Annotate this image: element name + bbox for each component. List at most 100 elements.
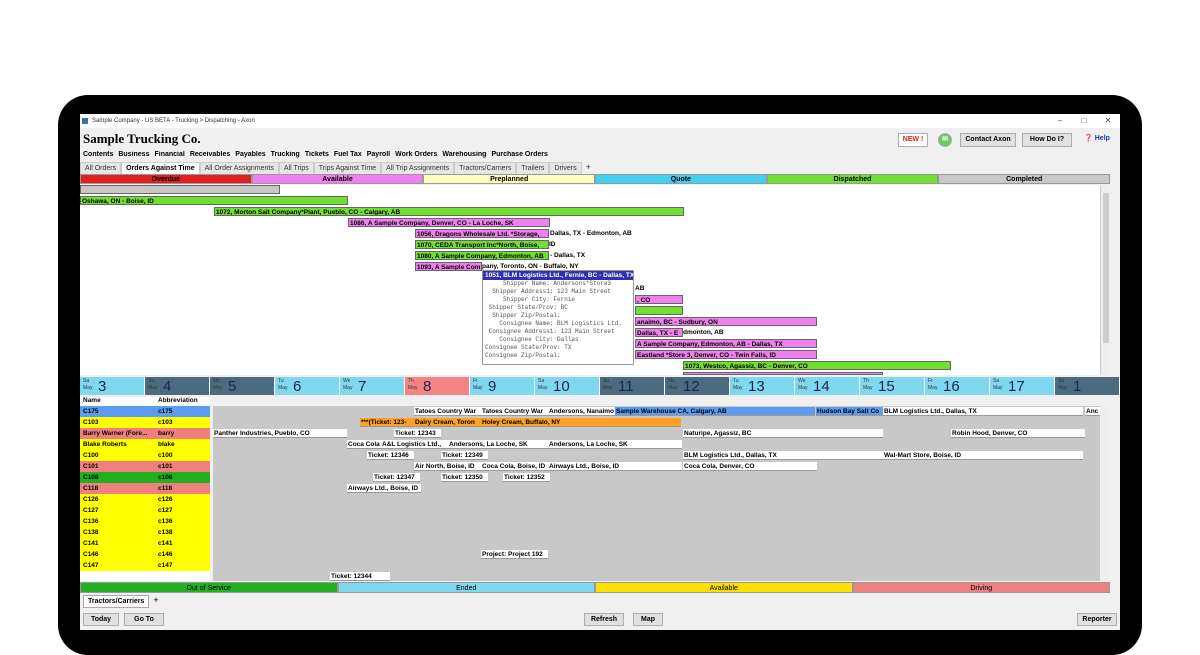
tab-orders-against-time[interactable]: Orders Against Time [121, 162, 200, 174]
close-button[interactable]: ✕ [1096, 114, 1120, 128]
tractor-row[interactable]: C146 c146 [80, 549, 210, 560]
new-button[interactable]: NEW ! [898, 133, 928, 147]
menu-financial[interactable]: Financial [154, 151, 184, 158]
trip-bar[interactable]: Project: Project 192 [481, 550, 548, 559]
tractor-row[interactable]: C101 c101 [80, 461, 210, 472]
trip-bar[interactable]: Ticket: 12350 [441, 473, 488, 482]
trip-bar[interactable]: Andersons, La Loche, SK [448, 440, 548, 449]
trip-bar[interactable]: BLM Logistics Ltd., Dallas, TX [683, 451, 883, 460]
how-do-i-button[interactable]: How Do I? [1022, 133, 1072, 147]
order-bar[interactable]: Eastland *Store 3, Denver, CO - Twin Fal… [635, 350, 817, 359]
order-bar[interactable]: 1073, Westco, Agassiz, BC - Denver, CO [683, 361, 951, 370]
order-bar[interactable] [80, 185, 280, 194]
trip-bar[interactable]: Hudson Bay Salt Co [816, 407, 883, 416]
minimize-button[interactable]: – [1048, 114, 1072, 128]
map-button[interactable]: Map [633, 613, 663, 626]
help-button[interactable]: ❓ Help [1078, 133, 1116, 147]
menu-fuel-tax[interactable]: Fuel Tax [334, 151, 362, 158]
menu-trucking[interactable]: Trucking [271, 151, 300, 158]
trip-bar[interactable]: Ticket: 12352 [503, 473, 550, 482]
tractor-row[interactable]: C103 c103 [80, 417, 210, 428]
scrollbar-thumb[interactable] [1103, 193, 1109, 343]
tab-trips-against-time[interactable]: Trips Against Time [313, 162, 382, 174]
trip-bar[interactable]: Panther Industries, Pueblo, CO [213, 429, 347, 438]
orders-scrollbar[interactable] [1100, 185, 1110, 375]
order-bar[interactable]: 1056, Dragons Wholesale Ltd. *Storage, [415, 229, 549, 238]
trip-bar[interactable]: A&L Logistics Ltd., [381, 440, 448, 449]
tractor-row[interactable]: C118 c118 [80, 483, 210, 494]
trip-bar[interactable]: Air North, Boise, ID [414, 462, 481, 471]
tab-all-trips[interactable]: All Trips [278, 162, 314, 174]
tractor-row[interactable]: Barry Warner (Fore... barry [80, 428, 210, 439]
trip-bar[interactable]: Sample Warehouse CA, Calgary, AB [615, 407, 815, 416]
trip-bar[interactable]: Ticket: 12344 [330, 572, 390, 581]
go-to-button[interactable]: Go To [124, 613, 164, 626]
tractor-row[interactable]: C175 c175 [80, 406, 210, 417]
menu-work-orders[interactable]: Work Orders [395, 151, 437, 158]
trip-bar[interactable]: Ticket: 12343 [394, 429, 441, 438]
trip-bar[interactable]: Ticket: 12347 [373, 473, 420, 482]
menu-purchase-orders[interactable]: Purchase Orders [491, 151, 547, 158]
order-bar[interactable] [635, 306, 683, 315]
trip-bar[interactable]: Tatoes Country War [414, 407, 481, 416]
tractor-row[interactable]: C108 c108 [80, 472, 210, 483]
tractor-row[interactable]: C126 c126 [80, 494, 210, 505]
trip-bar[interactable]: Naturipe, Agassiz, BC [683, 429, 883, 438]
tractor-row[interactable]: C127 c127 [80, 505, 210, 516]
trip-bar[interactable]: Coca Cola, Denver, CO [683, 462, 817, 471]
menu-contents[interactable]: Contents [83, 151, 113, 158]
menu-receivables[interactable]: Receivables [190, 151, 230, 158]
order-bar[interactable]: Dallas, TX - E [635, 328, 683, 337]
tractor-row[interactable]: C138 c138 [80, 527, 210, 538]
add-tab-button[interactable]: + [582, 162, 595, 174]
tractor-row[interactable]: C100 c100 [80, 450, 210, 461]
maximize-button[interactable]: □ [1072, 114, 1096, 128]
menu-warehousing[interactable]: Warehousing [442, 151, 486, 158]
menu-tickets[interactable]: Tickets [305, 151, 329, 158]
trip-bar[interactable]: Coca Cola, Boise, ID [481, 462, 548, 471]
trip-bar[interactable]: Wal-Mart Store, Boise, ID [883, 451, 1083, 460]
tab-all-order-assignments[interactable]: All Order Assignments [199, 162, 279, 174]
trip-bar[interactable]: Airways Ltd., Boise, ID [347, 484, 421, 493]
order-bar[interactable]: 1070, CEDA Transport Inc*North, Boise, [415, 240, 549, 249]
order-bar[interactable]: A Sample Company, Edmonton, AB - Dallas,… [635, 339, 817, 348]
date-timeline[interactable]: Sa May 3 Su May 4 Mo May 5 Tu May 6 We May 7 Th May… [80, 377, 1120, 395]
tractor-row[interactable]: Blake Roberts blake [80, 439, 210, 450]
trip-bar[interactable]: Robin Hood, Denver, CO [951, 429, 1085, 438]
today-button[interactable]: Today [83, 613, 119, 626]
trip-bar[interactable]: Tatoes Country War [481, 407, 548, 416]
order-bar[interactable]: 1093, A Sample Com [415, 262, 482, 271]
menu-business[interactable]: Business [118, 151, 149, 158]
trip-bar[interactable]: Ticket: 12346 [367, 451, 414, 460]
order-bar[interactable]: 1086, A Sample Company, Denver, CO - La … [348, 218, 550, 227]
trip-bar[interactable]: Andersons, Nanaimo [548, 407, 615, 416]
tab-drivers[interactable]: Drivers [549, 162, 582, 174]
trip-bar[interactable]: Ticket: 12349 [441, 451, 488, 460]
add-bottom-tab-button[interactable]: + [153, 595, 158, 608]
trip-bar[interactable]: Andersons, La Loche, SK [548, 440, 682, 449]
chat-icon[interactable]: ✉ [938, 133, 952, 147]
trip-bar[interactable]: Holey Cream, Buffalo, NY [481, 418, 681, 427]
trip-bar[interactable]: ***(Ticket: 123- [360, 418, 414, 427]
tab-tractors-carriers-bottom[interactable]: Tractors/Carriers [83, 595, 150, 608]
col-abbreviation[interactable]: Abbreviation [155, 397, 210, 406]
tractor-row[interactable]: C136 c136 [80, 516, 210, 527]
tractor-row[interactable]: C141 c141 [80, 538, 210, 549]
tractor-row[interactable]: C147 c147 [80, 560, 210, 571]
refresh-button[interactable]: Refresh [584, 613, 624, 626]
trip-bar[interactable]: Dairy Cream, Toron [414, 418, 481, 427]
tab-trailers[interactable]: Trailers [516, 162, 550, 174]
reporter-button[interactable]: Reporter [1077, 613, 1117, 626]
menu-payroll[interactable]: Payroll [367, 151, 390, 158]
trip-bar[interactable]: BLM Logistics Ltd., Dallas, TX [883, 407, 1083, 416]
order-bar[interactable]: 1091, A Sample Company, Dallas, TX - Boi… [683, 372, 883, 375]
tab-all-trip-assignments[interactable]: All Trip Assignments [381, 162, 455, 174]
contact-axon-button[interactable]: Contact Axon [960, 133, 1016, 147]
order-bar[interactable]: 1072, Morton Salt Company*Plant, Pueblo,… [214, 207, 684, 216]
order-bar[interactable]: anaimo, BC - Sudbury, ON [635, 317, 817, 326]
tab-all-orders[interactable]: All Orders [80, 162, 122, 174]
col-name[interactable]: Name [80, 397, 155, 406]
trips-scrollbar[interactable] [1100, 406, 1110, 581]
order-bar[interactable]: , CO [635, 295, 683, 304]
trip-bar[interactable]: Coca Cola [347, 440, 381, 449]
